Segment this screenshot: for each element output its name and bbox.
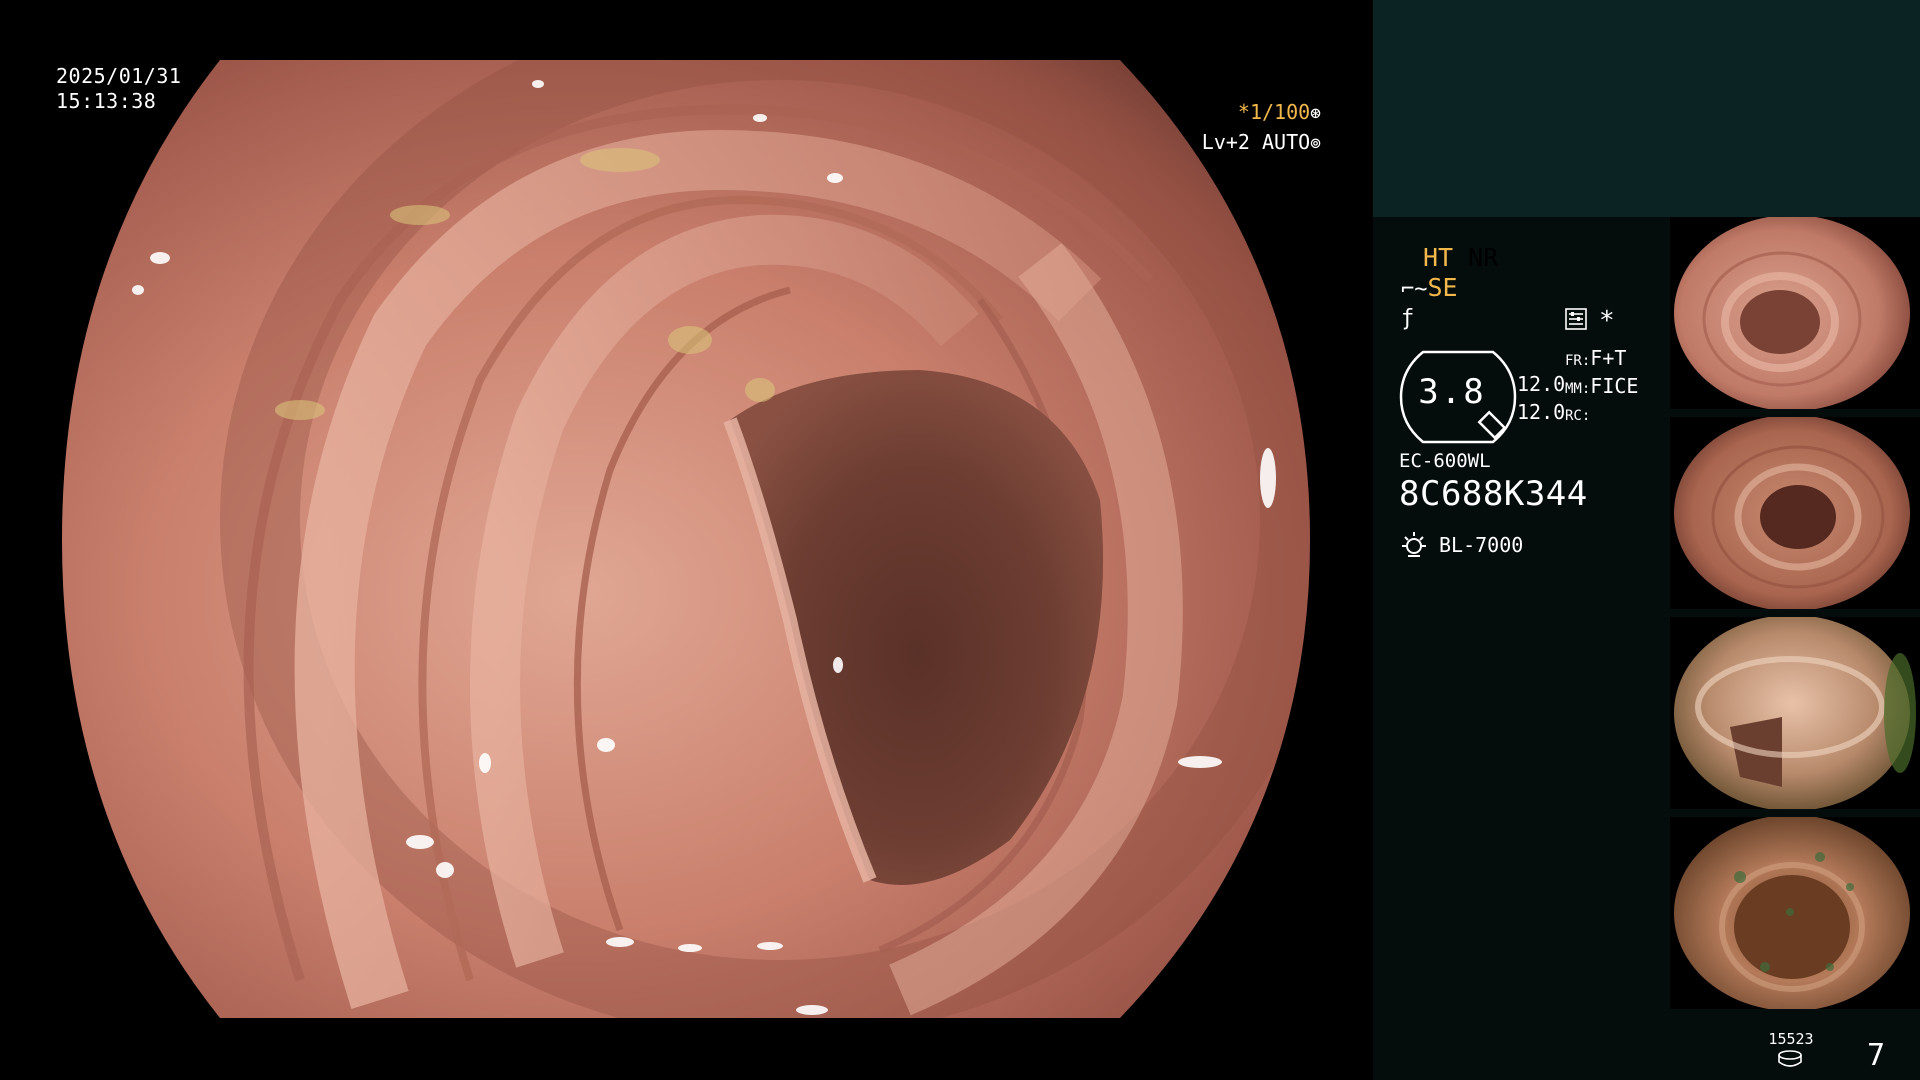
iris-level: Lv+2 AUTO xyxy=(1201,130,1311,154)
image-count: 15523 xyxy=(1768,1030,1814,1048)
nr-indicator: NR xyxy=(1468,243,1499,272)
light-source-row: BL-7000 xyxy=(1399,530,1523,560)
value-1: 12.0 xyxy=(1517,372,1566,396)
side-status-panel: HT NR ⌐~SE ƒ * 3.8 12.0 12.0 FR:F+T MM:F… xyxy=(1373,0,1920,1080)
se-indicator: SE xyxy=(1427,273,1458,302)
lamp-icon xyxy=(1402,532,1426,557)
ht-indicator: HT xyxy=(1423,243,1454,272)
exposure-info: *1/100⊛ Lv+2 AUTO⊚ xyxy=(1202,98,1321,158)
capture-thumbnail-3[interactable] xyxy=(1670,617,1920,809)
side-panel-header xyxy=(1373,0,1920,217)
capture-thumbnail-2[interactable] xyxy=(1670,417,1920,609)
date-time-overlay: 2025/01/31 15:13:38 xyxy=(56,64,181,114)
rc-label: RC: xyxy=(1565,408,1591,424)
zoom-value: 3.8 xyxy=(1418,372,1486,412)
exam-time: 15:13:38 xyxy=(56,89,157,113)
structure-enhancement-row: ⌐~SE xyxy=(1401,273,1458,302)
thumbnail-image xyxy=(1674,217,1910,409)
fr-label: FR: xyxy=(1565,353,1591,369)
rc-row: RC: xyxy=(1565,402,1638,429)
storage-disk-icon xyxy=(1778,1050,1802,1067)
enhancement-mode-row: HT NR xyxy=(1423,243,1498,272)
page-number: 7 xyxy=(1867,1038,1886,1073)
value-column: 12.0 12.0 xyxy=(1517,370,1565,426)
scope-tip-icon: ⌐~ xyxy=(1401,277,1428,302)
endoscopic-image xyxy=(62,60,1310,1018)
scope-model: EC-600WL xyxy=(1399,450,1491,472)
value-2: 12.0 xyxy=(1517,400,1566,424)
menu-list-icon xyxy=(1565,308,1587,330)
star-indicator: * xyxy=(1599,306,1615,336)
live-endoscope-view: 2025/01/31 15:13:38 *1/100⊛ Lv+2 AUTO⊚ xyxy=(0,0,1373,1080)
auto-iris-icon: ⊚ xyxy=(1310,133,1321,154)
mm-value: FICE xyxy=(1590,374,1639,398)
mm-row: MM:FICE xyxy=(1565,374,1638,402)
light-source-model: BL-7000 xyxy=(1439,533,1524,557)
iris-level-row: Lv+2 AUTO⊚ xyxy=(1202,128,1321,158)
thumbnail-image xyxy=(1674,617,1916,809)
scope-serial: 8C688K344 xyxy=(1399,474,1588,514)
exam-date: 2025/01/31 xyxy=(56,64,182,88)
capture-thumbnail-4[interactable] xyxy=(1670,817,1920,1009)
freeze-icon: ƒ xyxy=(1401,306,1415,331)
mm-label: MM: xyxy=(1565,381,1591,397)
thumbnail-image xyxy=(1674,417,1910,609)
thumbnail-image xyxy=(1674,817,1910,1009)
aperture-icon: ⊛ xyxy=(1310,103,1321,124)
capture-thumbnail-1[interactable] xyxy=(1670,217,1920,409)
fr-value: F+T xyxy=(1590,346,1627,370)
fr-row: FR:F+T xyxy=(1565,346,1638,374)
shutter-speed-row: *1/100⊛ xyxy=(1202,98,1321,128)
mode-labels: FR:F+T MM:FICE RC: xyxy=(1565,346,1638,429)
shutter-speed: *1/100 xyxy=(1237,100,1311,124)
endoscopy-screen: 2025/01/31 15:13:38 *1/100⊛ Lv+2 AUTO⊚ H… xyxy=(0,0,1920,1080)
